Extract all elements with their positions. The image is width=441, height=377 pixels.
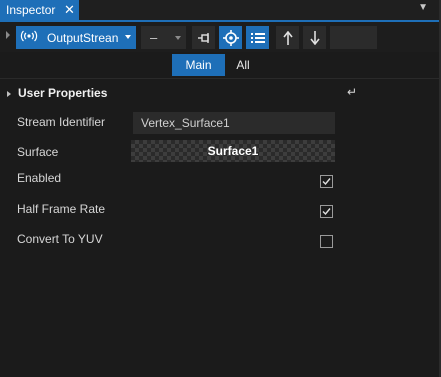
convert-to-yuv-label: Convert To YUV (17, 232, 103, 246)
stream-identifier-field[interactable]: Vertex_Surface1 (133, 112, 335, 134)
arrow-up-icon (282, 30, 293, 45)
move-down-button[interactable] (303, 26, 326, 49)
toolbar: OutputStrean – (0, 22, 441, 52)
tab-all[interactable]: All (229, 54, 257, 76)
pin-button[interactable] (192, 26, 215, 49)
surface-field[interactable]: Surface1 (131, 140, 335, 162)
tab-title: Inspector (6, 3, 56, 17)
properties-panel: User Properties ↵ Stream Identifier Vert… (0, 79, 441, 377)
reset-icon[interactable]: ↵ (347, 85, 357, 99)
tab-main[interactable]: Main (172, 54, 225, 76)
broadcast-icon (20, 30, 42, 45)
mode-select[interactable]: – (141, 26, 186, 49)
section-title[interactable]: User Properties (18, 86, 107, 100)
toolbar-spacer (330, 26, 377, 49)
half-frame-rate-label: Half Frame Rate (17, 202, 106, 216)
stream-identifier-label: Stream Identifier (17, 115, 106, 129)
inspector-subtabs: Main All (0, 52, 441, 78)
arrow-down-icon (309, 30, 320, 45)
tab-inspector[interactable]: Inspector ✕ (0, 0, 79, 20)
half-frame-rate-checkbox[interactable] (320, 205, 333, 218)
tab-bar: Inspector ✕ ▼ (0, 0, 441, 20)
mode-select-value: – (150, 30, 158, 45)
chevron-down-icon (125, 35, 131, 39)
close-icon[interactable]: ✕ (64, 2, 75, 18)
checkmark-icon (322, 178, 331, 186)
list-button[interactable] (246, 26, 269, 49)
object-select-value: OutputStrean (47, 30, 119, 45)
object-select[interactable]: OutputStrean (16, 26, 136, 49)
chevron-down-icon (175, 36, 181, 40)
list-icon (250, 32, 265, 43)
target-icon (222, 29, 239, 46)
panel-menu-icon[interactable]: ▼ (418, 2, 428, 13)
checkmark-icon (322, 208, 331, 216)
move-up-button[interactable] (276, 26, 299, 49)
pin-icon (197, 32, 209, 43)
enabled-label: Enabled (17, 171, 62, 185)
convert-to-yuv-checkbox[interactable] (320, 235, 333, 248)
collapse-arrow-icon[interactable] (7, 91, 11, 97)
surface-label: Surface (17, 145, 59, 159)
enabled-checkbox[interactable] (320, 175, 333, 188)
target-button[interactable] (219, 26, 242, 49)
expand-arrow-icon[interactable] (6, 31, 10, 39)
